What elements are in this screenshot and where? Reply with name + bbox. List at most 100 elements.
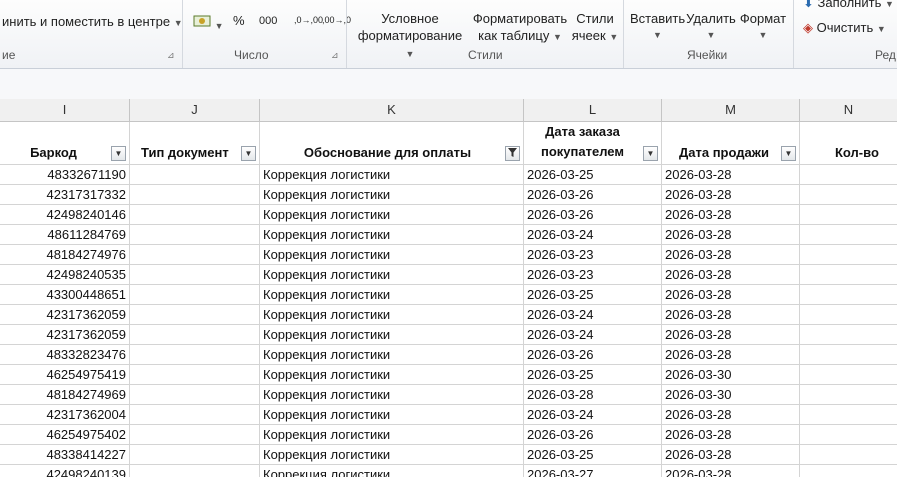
cell-sale-date[interactable]: 2026-03-28 [662, 205, 800, 224]
header-cell-reason[interactable]: Обоснование для оплаты [260, 122, 524, 164]
cell-empty[interactable] [800, 225, 897, 244]
header-cell-barcode[interactable]: Баркод ▼ [0, 122, 130, 164]
cell-sale-date[interactable]: 2026-03-28 [662, 445, 800, 464]
cell-order-date[interactable]: 2026-03-26 [524, 345, 662, 364]
cell-sale-date[interactable]: 2026-03-28 [662, 245, 800, 264]
cell-empty[interactable] [130, 325, 260, 344]
cell-empty[interactable] [800, 325, 897, 344]
cell-sale-date[interactable]: 2026-03-28 [662, 325, 800, 344]
cell-barcode[interactable]: 42498240146 [0, 205, 130, 224]
column-header-i[interactable]: I [0, 99, 130, 121]
increase-decimal-button[interactable]: ,0→,00 [294, 15, 323, 25]
cell-order-date[interactable]: 2026-03-23 [524, 245, 662, 264]
cell-sale-date[interactable]: 2026-03-28 [662, 225, 800, 244]
filter-dropdown-icon[interactable]: ▼ [111, 146, 126, 161]
cell-reason[interactable]: Коррекция логистики [260, 385, 524, 404]
header-cell-qty[interactable]: Кол-во [800, 122, 897, 164]
cell-barcode[interactable]: 42317362059 [0, 325, 130, 344]
cell-reason[interactable]: Коррекция логистики [260, 405, 524, 424]
cell-reason[interactable]: Коррекция логистики [260, 225, 524, 244]
cell-order-date[interactable]: 2026-03-25 [524, 445, 662, 464]
dialog-launcher-icon[interactable]: ⊿ [331, 50, 339, 61]
cell-reason[interactable]: Коррекция логистики [260, 365, 524, 384]
delete-cells-button[interactable]: Удалить ▼ [686, 10, 736, 44]
cell-order-date[interactable]: 2026-03-24 [524, 305, 662, 324]
cell-reason[interactable]: Коррекция логистики [260, 305, 524, 324]
format-cells-button[interactable]: Формат ▼ [738, 10, 788, 44]
cell-empty[interactable] [130, 385, 260, 404]
cell-barcode[interactable]: 48184274976 [0, 245, 130, 264]
cell-reason[interactable]: Коррекция логистики [260, 165, 524, 184]
cell-empty[interactable] [130, 365, 260, 384]
cell-empty[interactable] [800, 425, 897, 444]
cell-sale-date[interactable]: 2026-03-30 [662, 365, 800, 384]
cell-empty[interactable] [130, 465, 260, 477]
cell-sale-date[interactable]: 2026-03-28 [662, 165, 800, 184]
cell-reason[interactable]: Коррекция логистики [260, 205, 524, 224]
header-cell-order-date[interactable]: Дата заказа покупателем ▼ [524, 122, 662, 164]
cell-empty[interactable] [800, 405, 897, 424]
cell-barcode[interactable]: 42498240139 [0, 465, 130, 477]
cell-reason[interactable]: Коррекция логистики [260, 265, 524, 284]
cell-sale-date[interactable]: 2026-03-28 [662, 345, 800, 364]
cell-empty[interactable] [130, 345, 260, 364]
cell-empty[interactable] [130, 445, 260, 464]
cell-empty[interactable] [130, 405, 260, 424]
format-as-table-button[interactable]: Форматировать как таблицу ▼ [470, 10, 570, 46]
dialog-launcher-icon[interactable]: ⊿ [167, 50, 175, 61]
header-cell-doc-type[interactable]: Тип документ ▼ [130, 122, 260, 164]
cell-order-date[interactable]: 2026-03-23 [524, 265, 662, 284]
cell-empty[interactable] [130, 265, 260, 284]
cell-empty[interactable] [800, 285, 897, 304]
filter-active-icon[interactable] [505, 146, 520, 161]
cell-order-date[interactable]: 2026-03-28 [524, 385, 662, 404]
cell-order-date[interactable]: 2026-03-27 [524, 465, 662, 477]
cell-barcode[interactable]: 46254975419 [0, 365, 130, 384]
filter-dropdown-icon[interactable]: ▼ [241, 146, 256, 161]
cell-empty[interactable] [800, 265, 897, 284]
cell-order-date[interactable]: 2026-03-25 [524, 165, 662, 184]
column-header-l[interactable]: L [524, 99, 662, 121]
cell-empty[interactable] [800, 345, 897, 364]
cell-empty[interactable] [130, 165, 260, 184]
cell-order-date[interactable]: 2026-03-26 [524, 425, 662, 444]
cell-empty[interactable] [800, 445, 897, 464]
cell-empty[interactable] [130, 305, 260, 324]
cell-reason[interactable]: Коррекция логистики [260, 445, 524, 464]
cell-reason[interactable]: Коррекция логистики [260, 465, 524, 477]
cell-empty[interactable] [800, 205, 897, 224]
cell-empty[interactable] [130, 285, 260, 304]
cell-styles-button[interactable]: Стили ячеек ▼ [570, 10, 620, 46]
cell-empty[interactable] [800, 165, 897, 184]
cell-order-date[interactable]: 2026-03-24 [524, 325, 662, 344]
cell-empty[interactable] [800, 385, 897, 404]
column-header-n[interactable]: N [800, 99, 897, 121]
cell-empty[interactable] [800, 185, 897, 204]
conditional-formatting-button[interactable]: Условное форматирование ▼ [352, 10, 468, 63]
column-header-j[interactable]: J [130, 99, 260, 121]
cell-empty[interactable] [800, 305, 897, 324]
cell-barcode[interactable]: 48338414227 [0, 445, 130, 464]
cell-reason[interactable]: Коррекция логистики [260, 185, 524, 204]
cell-empty[interactable] [130, 185, 260, 204]
merge-center-button[interactable]: инить и поместить в центре ▼ [2, 14, 183, 29]
header-cell-sale-date[interactable]: Дата продажи ▼ [662, 122, 800, 164]
cell-empty[interactable] [130, 205, 260, 224]
currency-format-button[interactable]: ▼ [193, 13, 224, 32]
clear-button[interactable]: ◈ Очистить ▼ [803, 20, 886, 36]
cell-order-date[interactable]: 2026-03-26 [524, 205, 662, 224]
cell-reason[interactable]: Коррекция логистики [260, 345, 524, 364]
cell-sale-date[interactable]: 2026-03-28 [662, 305, 800, 324]
cell-sale-date[interactable]: 2026-03-28 [662, 185, 800, 204]
cell-empty[interactable] [130, 245, 260, 264]
cell-sale-date[interactable]: 2026-03-28 [662, 425, 800, 444]
cell-barcode[interactable]: 43300448651 [0, 285, 130, 304]
cell-barcode[interactable]: 42317317332 [0, 185, 130, 204]
cell-sale-date[interactable]: 2026-03-28 [662, 405, 800, 424]
cell-barcode[interactable]: 42498240535 [0, 265, 130, 284]
filter-dropdown-icon[interactable]: ▼ [643, 146, 658, 161]
thousands-separator-button[interactable]: 000 [259, 15, 277, 27]
cell-barcode[interactable]: 42317362004 [0, 405, 130, 424]
column-header-k[interactable]: K [260, 99, 524, 121]
cell-barcode[interactable]: 48332823476 [0, 345, 130, 364]
